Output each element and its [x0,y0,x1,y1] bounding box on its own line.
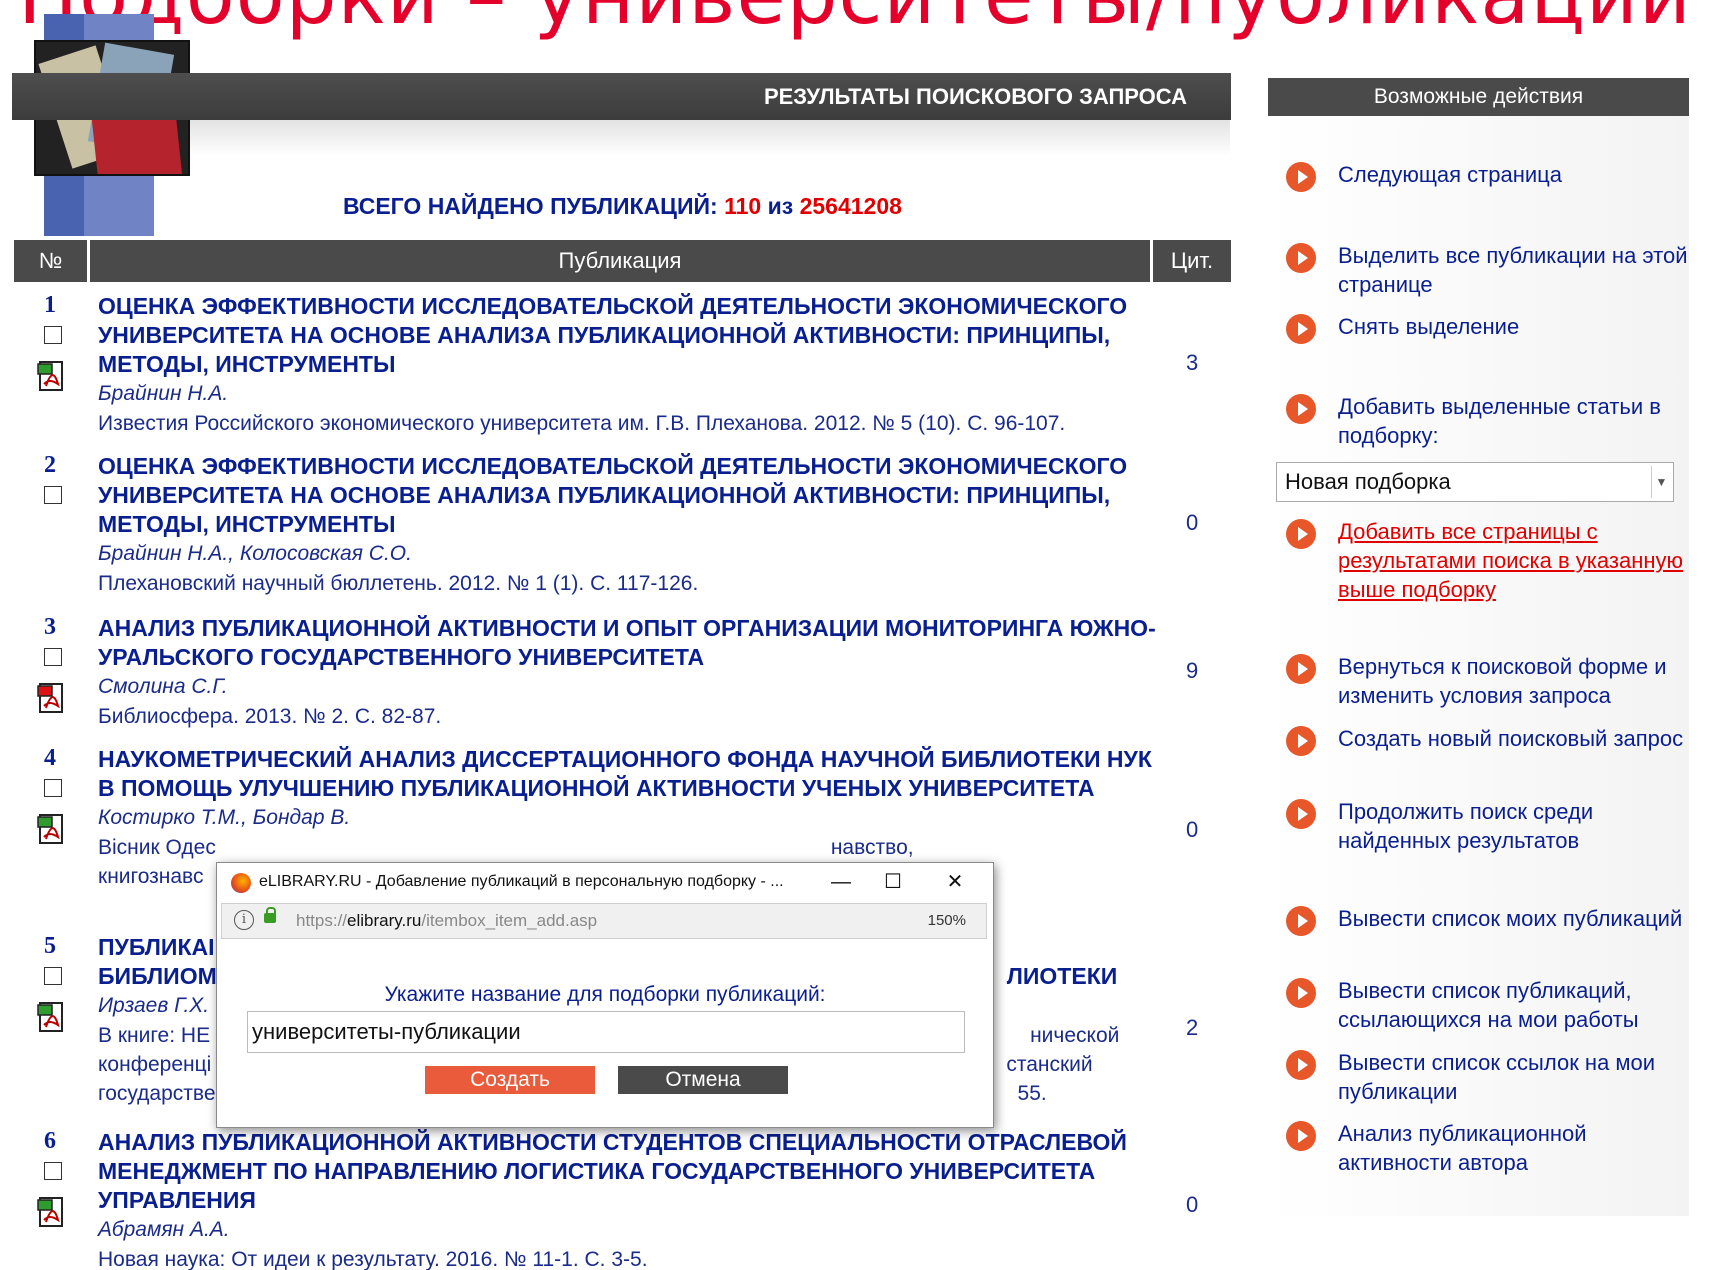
column-header-number: № [14,240,87,282]
pdf-icon[interactable] [36,813,70,847]
action-label[interactable]: Вернуться к поисковой форме и изменить у… [1338,652,1688,710]
citation-count[interactable]: 2 [1186,1015,1198,1041]
action-label[interactable]: Следующая страница [1338,160,1688,189]
publication-title-text[interactable]: АНАЛИЗ ПУБЛИКАЦИОННОЙ АКТИВНОСТИ СТУДЕНТ… [98,1129,1127,1213]
row-number: 5 [44,933,56,959]
action-label[interactable]: Добавить все страницы с результатами пои… [1338,517,1688,604]
total-label: ВСЕГО НАЙДЕНО ПУБЛИКАЦИЙ: [343,193,718,219]
play-circle-icon [1286,314,1316,344]
pdf-icon[interactable] [36,1196,70,1230]
publication-title-text[interactable]: ОЦЕНКА ЭФФЕКТИВНОСТИ ИССЛЕДОВАТЕЛЬСКОЙ Д… [98,453,1127,537]
of-label: из [767,193,794,219]
lock-icon[interactable] [264,907,276,923]
citation-count[interactable]: 0 [1186,1192,1198,1218]
publication-source[interactable]: Вісник Одес навство, [98,833,1158,862]
action-label[interactable]: Вывести список моих публикаций [1338,904,1688,933]
publication-authors[interactable]: Костирко Т.М., Бондар В. [98,803,1158,833]
publication-title-text[interactable]: НАУКОМЕТРИЧЕСКИЙ АНАЛИЗ ДИССЕРТАЦИОННОГО… [98,746,1152,801]
publication-title[interactable]: ОЦЕНКА ЭФФЕКТИВНОСТИ ИССЛЕДОВАТЕЛЬСКОЙ Д… [98,452,1158,598]
publication-title-text[interactable]: АНАЛИЗ ПУБЛИКАЦИОННОЙ АКТИВНОСТИ И ОПЫТ … [98,615,1156,670]
publication-title-text[interactable]: ОЦЕНКА ЭФФЕКТИВНОСТИ ИССЛЕДОВАТЕЛЬСКОЙ Д… [98,293,1127,377]
publication-source[interactable]: Плехановский научный бюллетень. 2012. № … [98,569,1158,598]
row-checkbox[interactable] [44,779,62,797]
row-number: 2 [44,452,56,478]
publication-title[interactable]: АНАЛИЗ ПУБЛИКАЦИОННОЙ АКТИВНОСТИ СТУДЕНТ… [98,1128,1158,1270]
dialog-prompt: Укажите название для подборки публикаций… [384,983,826,1006]
play-circle-icon [1286,162,1316,192]
publication-source[interactable]: Библиосфера. 2013. № 2. С. 82-87. [98,702,1158,731]
collection-name-input[interactable] [247,1011,965,1053]
citation-count[interactable]: 9 [1186,658,1198,684]
maximize-button[interactable]: ☐ [873,867,913,897]
publication-source[interactable]: Новая наука: От идеи к результату. 2016.… [98,1245,1158,1270]
action-label[interactable]: Вывести список ссылок на мои публикации [1338,1048,1688,1106]
row-checkbox[interactable] [44,648,62,666]
action-label[interactable]: Продолжить поиск среди найденных результ… [1338,797,1688,855]
collection-select[interactable]: Новая подборка ▼ [1276,462,1674,502]
row-number: 4 [44,745,56,771]
publication-title[interactable]: ОЦЕНКА ЭФФЕКТИВНОСТИ ИССЛЕДОВАТЕЛЬСКОЙ Д… [98,292,1158,438]
dialog-title: eLIBRARY.RU - Добавление публикаций в пе… [259,873,784,890]
action-label[interactable]: Снять выделение [1338,312,1688,341]
slide-title: Подборки – университеты/публикации [18,0,1692,36]
dialog-titlebar[interactable]: eLIBRARY.RU - Добавление публикаций в пе… [217,863,993,903]
action-label[interactable]: Добавить выделенные статьи в подборку: [1338,392,1688,450]
total-count: 25641208 [799,193,902,219]
action-label[interactable]: Создать новый поисковый запрос [1338,724,1688,753]
row-checkbox[interactable] [44,967,62,985]
actions-header: Возможные действия [1268,78,1689,116]
citation-count[interactable]: 0 [1186,817,1198,843]
play-circle-icon [1286,906,1316,936]
header-shadow [190,120,1230,156]
total-found: ВСЕГО НАЙДЕНО ПУБЛИКАЦИЙ: 110 из 2564120… [343,193,902,220]
column-header-publication: Публикация [90,240,1150,282]
row-number: 6 [44,1128,56,1154]
play-circle-icon [1286,1050,1316,1080]
pdf-icon[interactable] [36,682,70,716]
create-button[interactable]: Создать [425,1066,595,1094]
add-collection-dialog: eLIBRARY.RU - Добавление публикаций в пе… [216,862,994,1128]
publication-authors[interactable]: Брайнин Н.А., Колосовская С.О. [98,539,1158,569]
play-circle-icon [1286,726,1316,756]
play-circle-icon [1286,1121,1316,1151]
publication-authors[interactable]: Смолина С.Г. [98,672,1158,702]
publication-title[interactable]: АНАЛИЗ ПУБЛИКАЦИОННОЙ АКТИВНОСТИ И ОПЫТ … [98,614,1158,731]
action-label[interactable]: Выделить все публикации на этой странице [1338,241,1688,299]
action-label[interactable]: Вывести список публикаций, ссылающихся н… [1338,976,1688,1034]
collection-select-value: Новая подборка [1285,469,1451,494]
row-checkbox[interactable] [44,326,62,344]
chevron-down-icon[interactable]: ▼ [1651,466,1671,498]
play-circle-icon [1286,799,1316,829]
publication-authors[interactable]: Абрамян А.А. [98,1215,1158,1245]
play-circle-icon [1286,978,1316,1008]
results-header: РЕЗУЛЬТАТЫ ПОИСКОВОГО ЗАПРОСА [12,73,1231,120]
minimize-button[interactable]: — [821,867,861,897]
citation-count[interactable]: 3 [1186,350,1198,376]
publication-source[interactable]: Известия Российского экономического унив… [98,409,1158,438]
close-button[interactable]: ✕ [935,867,975,897]
info-icon[interactable]: i [234,910,254,930]
action-label[interactable]: Анализ публикационной активности автора [1338,1119,1688,1177]
cancel-button[interactable]: Отмена [618,1066,788,1094]
play-circle-icon [1286,654,1316,684]
pdf-icon[interactable] [36,360,70,394]
play-circle-icon [1286,394,1316,424]
play-circle-icon [1286,519,1316,549]
address-bar[interactable]: i https://elibrary.ru/itembox_item_add.a… [221,903,987,939]
firefox-icon [231,873,251,893]
url-text[interactable]: https://elibrary.ru/itembox_item_add.asp [296,911,597,931]
row-checkbox[interactable] [44,486,62,504]
row-number: 1 [44,292,56,318]
found-count: 110 [724,193,762,219]
zoom-level[interactable]: 150% [928,912,966,929]
row-checkbox[interactable] [44,1162,62,1180]
pdf-icon[interactable] [36,1001,70,1035]
play-circle-icon [1286,243,1316,273]
citation-count[interactable]: 0 [1186,510,1198,536]
column-header-citations: Цит. [1153,240,1231,282]
publication-authors[interactable]: Брайнин Н.А. [98,379,1158,409]
row-number: 3 [44,614,56,640]
